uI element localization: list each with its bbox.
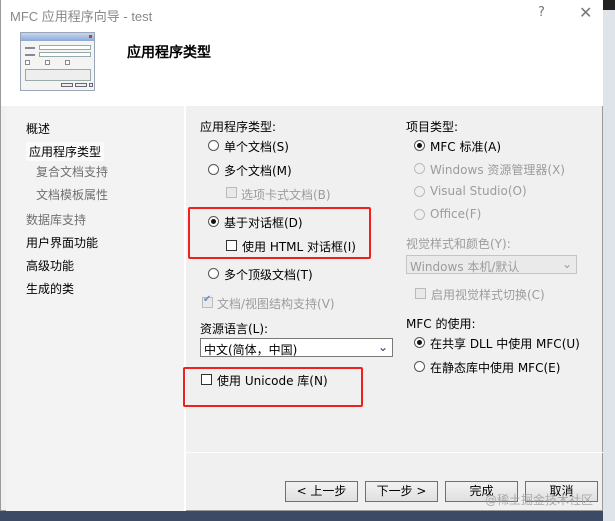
dialog-preview-image: [20, 32, 95, 91]
checkbox-tabbed-docs-label: 选项卡式文档(B): [241, 188, 331, 202]
nav-item-generated-classes[interactable]: 生成的类: [26, 280, 74, 297]
next-button[interactable]: 下一步 >: [365, 481, 438, 502]
radio-multi-doc[interactable]: [208, 164, 219, 175]
radio-mfc-standard[interactable]: [414, 140, 425, 151]
nav-item-database[interactable]: 数据库支持: [26, 211, 86, 228]
checkbox-visual-style-toggle[interactable]: [415, 288, 426, 299]
checkbox-doc-view-label: 文档/视图结构支持(V): [217, 297, 335, 311]
checkmark-icon: ✔: [203, 294, 212, 305]
visual-style-label: 视觉样式和颜色(Y):: [406, 237, 511, 251]
radio-office-label: Office(F): [430, 207, 482, 221]
visual-style-select[interactable]: Windows 本机/默认 ⌄: [406, 255, 577, 274]
radio-dialog-based[interactable]: [208, 216, 219, 227]
radio-office[interactable]: [414, 209, 425, 220]
nav-item-overview[interactable]: 概述: [26, 120, 50, 137]
wizard-header: 应用程序类型: [1, 28, 603, 106]
radio-dialog-based-label[interactable]: 基于对话框(D): [224, 214, 303, 231]
wizard-nav: 概述 应用程序类型 复合文档支持 文档模板属性 数据库支持 用户界面功能 高级功…: [6, 106, 186, 511]
nav-item-compound-doc[interactable]: 复合文档支持: [36, 163, 108, 180]
radio-static-lib[interactable]: [414, 361, 425, 372]
nav-item-doc-template[interactable]: 文档模板属性: [36, 186, 108, 203]
radio-visual-studio[interactable]: [414, 186, 425, 197]
resource-lang-label: 资源语言(L):: [200, 322, 269, 336]
radio-multi-top-level[interactable]: [208, 268, 219, 279]
chevron-down-icon: ⌄: [561, 257, 572, 271]
checkbox-tabbed-docs[interactable]: [226, 187, 237, 198]
radio-multi-top-level-label[interactable]: 多个顶级文档(T): [224, 266, 313, 283]
help-button[interactable]: ?: [538, 5, 545, 20]
checkbox-unicode-label[interactable]: 使用 Unicode 库(N): [217, 372, 328, 389]
chevron-down-icon: ⌄: [377, 340, 388, 354]
radio-visual-studio-label: Visual Studio(O): [430, 184, 527, 198]
checkbox-unicode[interactable]: [201, 374, 212, 385]
visual-style-value: Windows 本机/默认: [410, 260, 520, 274]
app-type-label: 应用程序类型:: [200, 120, 277, 134]
checkbox-html-dialog-label[interactable]: 使用 HTML 对话框(I): [242, 238, 356, 255]
radio-shared-dll-label[interactable]: 在共享 DLL 中使用 MFC(U): [430, 335, 580, 352]
checkbox-doc-view[interactable]: ✔: [202, 294, 213, 308]
title-bar: MFC 应用程序向导 - test ? ✕: [1, 0, 603, 28]
watermark: @稀土掘金技术社区: [485, 493, 594, 507]
radio-multi-doc-label[interactable]: 多个文档(M): [224, 162, 292, 179]
checkbox-visual-style-toggle-label: 启用视觉样式切换(C): [431, 288, 545, 302]
nav-item-app-type[interactable]: 应用程序类型: [26, 142, 105, 161]
resource-lang-value: 中文(简体，中国): [204, 343, 298, 357]
close-button[interactable]: ✕: [579, 3, 592, 22]
mfc-use-label: MFC 的使用:: [406, 317, 476, 331]
window-title: MFC 应用程序向导 - test: [10, 9, 153, 24]
back-button[interactable]: < 上一步: [285, 481, 358, 502]
project-type-label: 项目类型:: [406, 120, 459, 134]
radio-windows-explorer-label: Windows 资源管理器(X): [430, 163, 565, 177]
radio-single-doc[interactable]: [208, 140, 219, 151]
mfc-wizard-dialog: MFC 应用程序向导 - test ? ✕ 应用程序类型 概述 应用程序类型 复…: [0, 0, 603, 511]
radio-windows-explorer[interactable]: [414, 163, 425, 174]
radio-static-lib-label[interactable]: 在静态库中使用 MFC(E): [430, 359, 560, 376]
nav-item-advanced[interactable]: 高级功能: [26, 257, 74, 274]
footer-divider: [184, 452, 603, 453]
nav-item-ui-features[interactable]: 用户界面功能: [26, 234, 98, 251]
checkbox-html-dialog[interactable]: [226, 240, 237, 251]
taskbar-edge: [0, 511, 603, 521]
radio-single-doc-label[interactable]: 单个文档(S): [224, 138, 289, 155]
background-window-edge: [603, 0, 615, 521]
radio-mfc-standard-label[interactable]: MFC 标准(A): [430, 138, 501, 155]
radio-shared-dll[interactable]: [414, 337, 425, 348]
page-title: 应用程序类型: [127, 45, 211, 61]
resource-lang-select[interactable]: 中文(简体，中国) ⌄: [200, 338, 393, 357]
